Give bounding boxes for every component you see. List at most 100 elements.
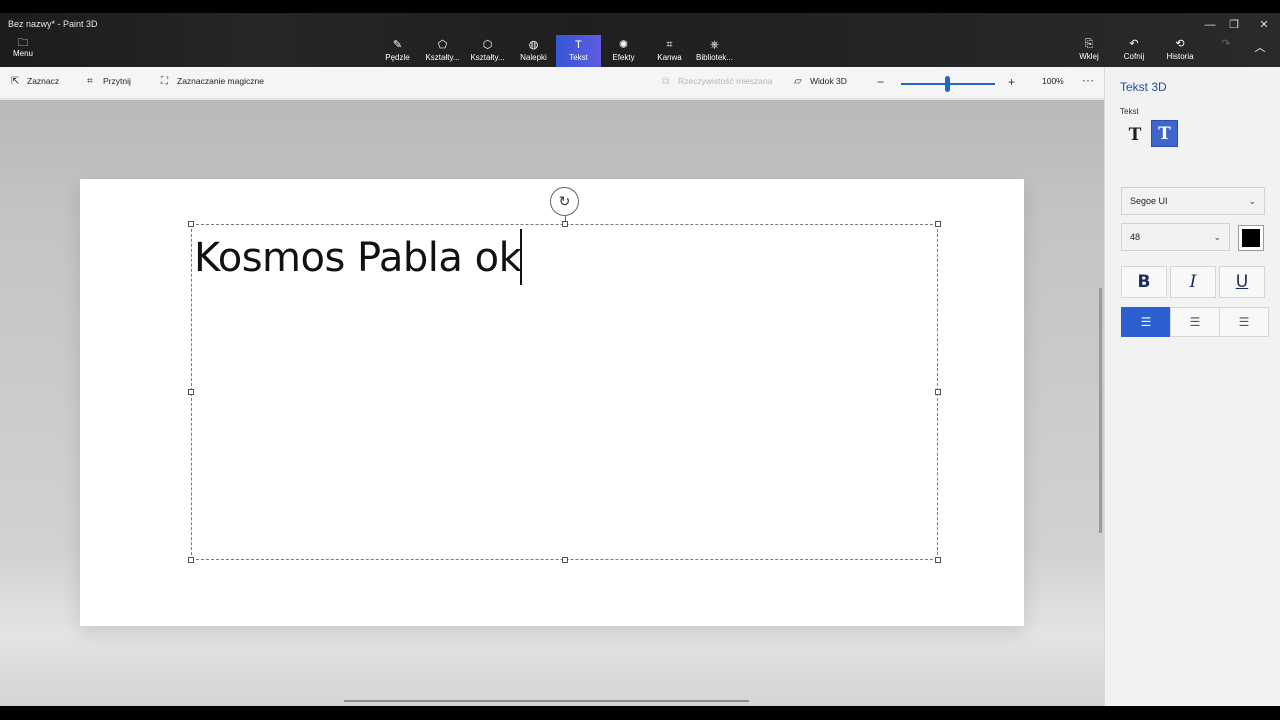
canvas-text-content[interactable]: Kosmos Pabla ok — [194, 235, 522, 281]
view-3d-icon: ▱ — [794, 76, 802, 87]
folder-icon: 🗀 — [17, 37, 29, 49]
redo-icon: ↷ — [1221, 38, 1231, 50]
paste-icon: ⎘ — [1084, 38, 1094, 50]
tool-canvas[interactable]: ⌗ Kanwa — [647, 35, 692, 67]
align-center-button[interactable]: ☰ — [1170, 307, 1220, 337]
tool-label: Efekty — [612, 53, 635, 62]
tool-2d-shapes[interactable]: ⬠ Kształty... — [420, 35, 465, 67]
text-2d-button[interactable]: T — [1122, 122, 1148, 148]
paint3d-window: Bez nazwy* - Paint 3D — ❐ ✕ 🗀 Menu ✎ Pęd… — [0, 13, 1280, 706]
library-icon: ⎈ — [710, 39, 719, 51]
mixed-reality-button[interactable]: ⧉ Rzeczywistość mieszana — [662, 76, 772, 87]
resize-handle-bottom-right[interactable] — [935, 557, 941, 563]
tool-label: Tekst — [569, 53, 588, 62]
panel-subtitle: Tekst — [1120, 107, 1139, 116]
mixed-reality-label: Rzeczywistość mieszana — [678, 76, 773, 86]
text-color-swatch[interactable] — [1238, 225, 1264, 251]
tool-label: Kanwa — [657, 53, 682, 62]
brush-icon: ✎ — [392, 39, 403, 51]
tool-stickers[interactable]: ◍ Nalepki — [511, 35, 556, 67]
bold-button[interactable]: B — [1121, 266, 1167, 298]
view-3d-button[interactable]: ▱ Widok 3D — [794, 76, 847, 87]
menu-label: Menu — [12, 49, 33, 58]
magic-select-button[interactable]: ⛶ Zaznaczanie magiczne — [161, 76, 264, 87]
italic-button[interactable]: I — [1170, 266, 1216, 298]
zoom-level: 100% — [1042, 76, 1064, 86]
font-size-value: 48 — [1130, 232, 1141, 242]
resize-handle-top[interactable] — [562, 221, 568, 227]
tool-library[interactable]: ⎈ Bibliotek... — [692, 35, 737, 67]
ribbon: Bez nazwy* - Paint 3D — ❐ ✕ 🗀 Menu ✎ Pęd… — [0, 13, 1280, 67]
zoom-in-button[interactable]: + — [1008, 75, 1015, 89]
horizontal-scrollbar[interactable] — [344, 700, 749, 702]
view-3d-label: Widok 3D — [810, 76, 847, 86]
close-button[interactable]: ✕ — [1249, 17, 1279, 33]
text-3d-button[interactable]: T — [1151, 120, 1178, 147]
canvas-icon: ⌗ — [666, 39, 673, 51]
undo-button[interactable]: ↶ Cofnij — [1114, 37, 1154, 67]
mixed-reality-icon: ⧉ — [662, 76, 670, 87]
chevron-down-icon: ⌄ — [1248, 196, 1256, 206]
tool-label: Bibliotek... — [696, 53, 733, 62]
tool-label: Kształty... — [470, 53, 505, 62]
magic-select-label: Zaznaczanie magiczne — [177, 76, 264, 86]
sticker-icon: ◍ — [528, 39, 539, 51]
resize-handle-bottom-left[interactable] — [188, 557, 194, 563]
chevron-down-icon: ⌄ — [1213, 232, 1221, 242]
history-button[interactable]: ⟲ Historia — [1160, 37, 1200, 67]
tool-label: Nalepki — [520, 53, 547, 62]
maximize-button[interactable]: ❐ — [1219, 17, 1249, 33]
rotate-handle[interactable]: ↻ — [550, 187, 579, 216]
zoom-out-button[interactable]: − — [877, 75, 884, 89]
tool-label: Kształty... — [425, 53, 460, 62]
tool-effects[interactable]: ✺ Efekty — [601, 35, 646, 67]
select-label: Zaznacz — [27, 76, 60, 86]
panel-title: Tekst 3D — [1120, 80, 1167, 94]
align-right-button[interactable]: ☰ — [1219, 307, 1269, 337]
font-family-dropdown[interactable]: Segoe UI ⌄ — [1121, 187, 1265, 215]
selection-toolbar: ⇱ Zaznacz ⌗ Przytnij ⛶ Zaznaczanie magiczne… — [0, 67, 1104, 99]
more-options-button[interactable]: ··· — [1082, 73, 1094, 87]
resize-handle-top-right[interactable] — [935, 221, 941, 227]
crop-button[interactable]: ⌗ Przytnij — [87, 76, 131, 87]
resize-handle-bottom[interactable] — [562, 557, 568, 563]
zoom-slider-thumb[interactable] — [945, 76, 950, 92]
tool-text[interactable]: T Tekst — [556, 35, 601, 67]
window-title: Bez nazwy* - Paint 3D — [8, 19, 98, 29]
undo-label: Cofnij — [1123, 52, 1145, 61]
tool-brushes[interactable]: ✎ Pędzle — [375, 35, 420, 67]
resize-handle-left[interactable] — [188, 389, 194, 395]
text-properties-panel: Tekst 3D Tekst T T Segoe UI ⌄ 48 ⌄ B I U… — [1104, 67, 1280, 706]
underline-button[interactable]: U — [1219, 266, 1265, 298]
align-left-button[interactable]: ☰ — [1121, 307, 1171, 337]
workspace: ↻ Kosmos Pabla ok — [0, 100, 1104, 706]
history-label: Historia — [1166, 52, 1194, 61]
menu-button[interactable]: 🗀 Menu — [6, 37, 40, 65]
shapes-2d-icon: ⬠ — [437, 39, 448, 51]
paste-label: Wklej — [1079, 52, 1099, 61]
select-button[interactable]: ⇱ Zaznacz — [11, 76, 59, 87]
collapse-icon: ︿ — [1254, 42, 1266, 54]
shapes-3d-icon: ⬡ — [482, 39, 493, 51]
color-fill — [1242, 229, 1260, 247]
crop-label: Przytnij — [103, 76, 131, 86]
vertical-scrollbar[interactable] — [1099, 288, 1102, 533]
font-size-dropdown[interactable]: 48 ⌄ — [1121, 223, 1230, 251]
resize-handle-right[interactable] — [935, 389, 941, 395]
text-icon: T — [575, 39, 582, 51]
magic-select-icon: ⛶ — [161, 76, 168, 87]
redo-button[interactable]: ↷ — [1206, 37, 1246, 67]
text-caret — [520, 229, 522, 285]
crop-icon: ⌗ — [87, 76, 93, 87]
rotate-icon: ↻ — [558, 193, 571, 209]
effects-icon: ✺ — [618, 39, 629, 51]
tool-label: Pędzle — [385, 53, 410, 62]
tool-3d-shapes[interactable]: ⬡ Kształty... — [465, 35, 510, 67]
history-icon: ⟲ — [1175, 38, 1185, 50]
undo-icon: ↶ — [1129, 38, 1139, 50]
paste-button[interactable]: ⎘ Wklej — [1069, 37, 1109, 67]
cursor-icon: ⇱ — [11, 76, 20, 87]
font-family-value: Segoe UI — [1130, 196, 1168, 206]
resize-handle-top-left[interactable] — [188, 221, 194, 227]
drawing-canvas[interactable]: ↻ Kosmos Pabla ok — [80, 179, 1024, 626]
